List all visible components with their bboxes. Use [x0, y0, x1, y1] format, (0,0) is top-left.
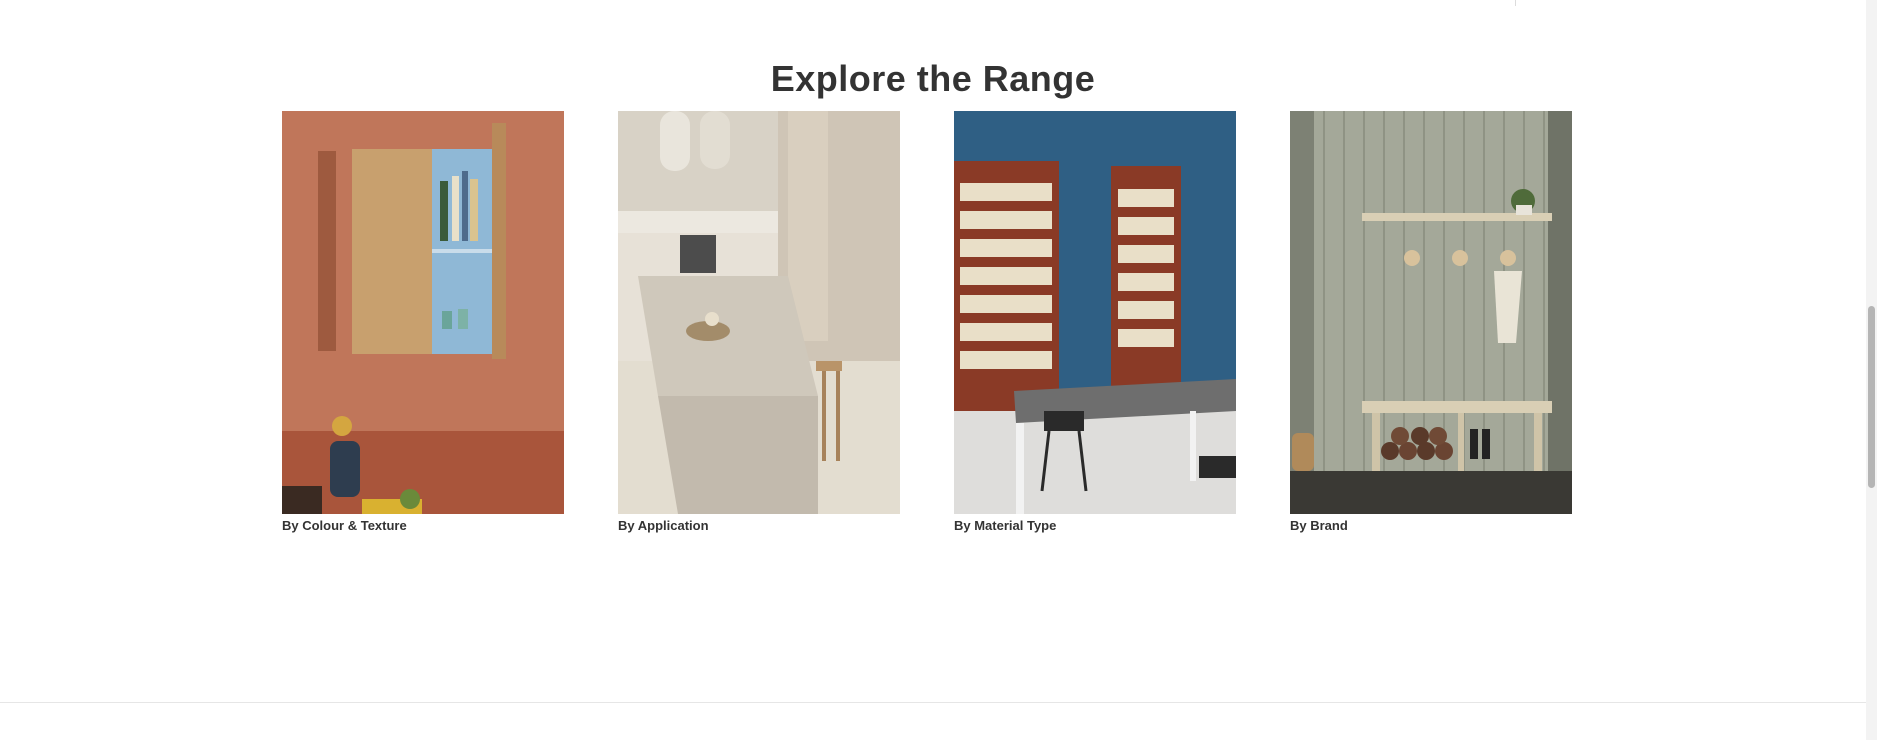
- card-label[interactable]: By Material Type: [954, 518, 1236, 533]
- card-brand[interactable]: By Brand: [1290, 111, 1572, 533]
- entryway-panelled-wall-image[interactable]: [1290, 111, 1572, 514]
- card-label[interactable]: By Application: [618, 518, 900, 533]
- section-title: Explore the Range: [770, 58, 1096, 99]
- scrollbar-track[interactable]: [1866, 0, 1877, 740]
- bookshelf-blue-wall-image[interactable]: [954, 111, 1236, 514]
- card-label[interactable]: By Colour & Texture: [282, 518, 564, 533]
- scrollbar-thumb[interactable]: [1868, 306, 1875, 488]
- footer-divider: [0, 702, 1866, 703]
- card-material-type[interactable]: By Material Type: [954, 111, 1236, 533]
- card-application[interactable]: By Application: [618, 111, 900, 533]
- category-cards: By Colour & Texture By Application By Ma…: [282, 111, 1572, 533]
- card-label[interactable]: By Brand: [1290, 518, 1572, 533]
- kitchen-cabinet-terracotta-image[interactable]: [282, 111, 564, 514]
- kitchen-island-neutral-image[interactable]: [618, 111, 900, 514]
- top-divider-tick: [1515, 0, 1516, 6]
- card-colour-texture[interactable]: By Colour & Texture: [282, 111, 564, 533]
- page: Explore the Range By Colour & Texture By…: [0, 0, 1877, 740]
